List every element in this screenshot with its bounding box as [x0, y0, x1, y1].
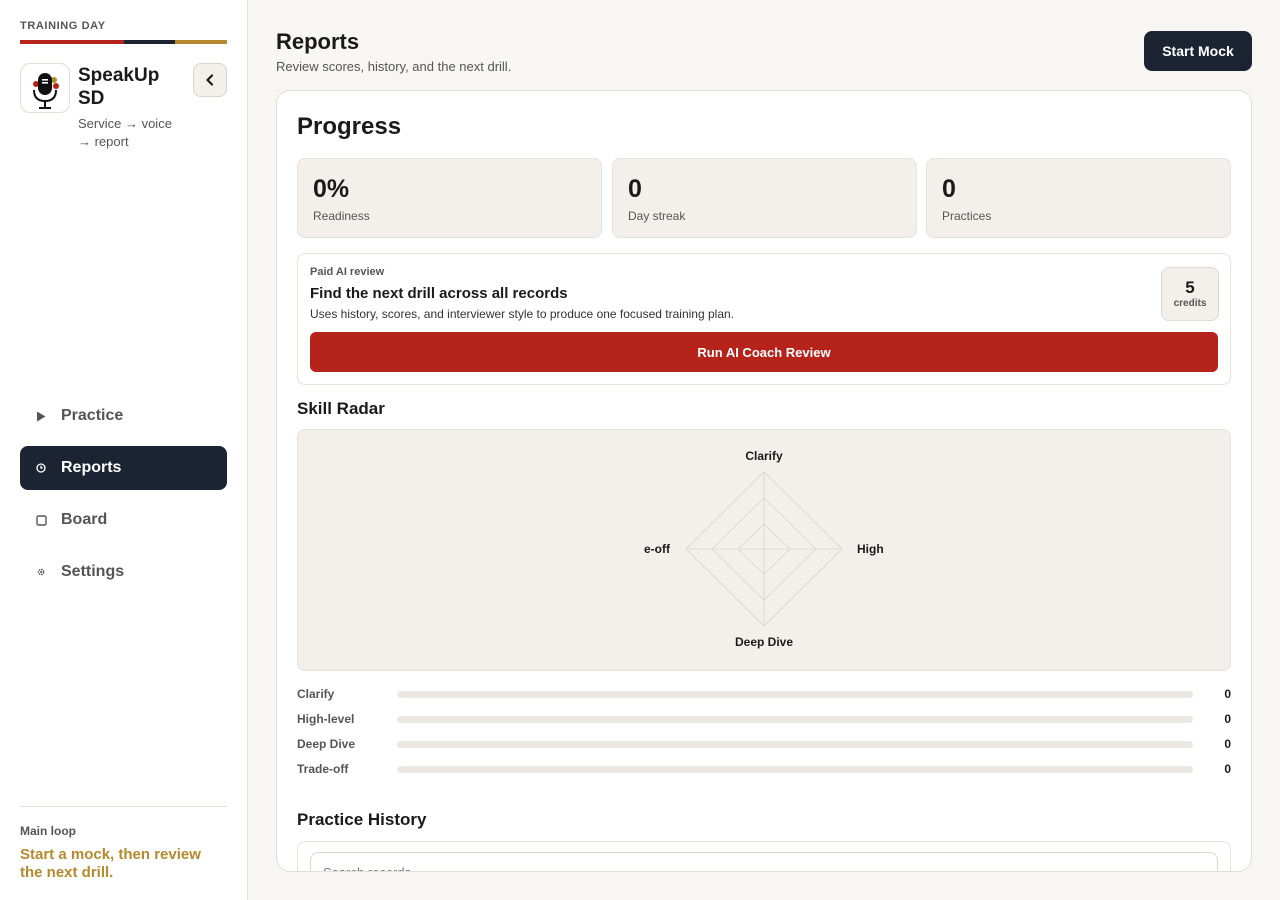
stat-label: Day streak — [628, 209, 686, 223]
radar-label-right: High — [857, 542, 884, 556]
skill-value: 0 — [1224, 687, 1231, 701]
stripe-red — [20, 40, 124, 44]
stat-readiness: 0% Readiness — [297, 158, 602, 238]
skill-label: Clarify — [297, 687, 335, 701]
skill-radar-chart: Clarify High Deep Dive e-off — [297, 429, 1231, 671]
credits-value: 5 — [1185, 278, 1195, 297]
footer-message: Start a mock, then review the next drill… — [20, 846, 201, 881]
play-icon — [35, 411, 47, 422]
skill-value: 0 — [1224, 712, 1231, 726]
radar-label-top: Clarify — [745, 449, 783, 463]
clock-icon — [35, 463, 47, 473]
page-subtitle: Review scores, history, and the next dri… — [276, 59, 512, 74]
skill-row-trade-off: Trade-off 0 — [297, 762, 1231, 778]
gear-icon — [35, 567, 47, 577]
stat-value: 0% — [313, 175, 350, 203]
skill-bar-track — [397, 691, 1193, 698]
color-stripe — [20, 40, 227, 44]
app-tagline: Service → voice → report — [78, 116, 172, 149]
stripe-navy — [124, 40, 175, 44]
ai-review-title: Find the next drill across all records — [310, 285, 568, 302]
stat-day-streak: 0 Day streak — [612, 158, 917, 238]
credits-label: credits — [1173, 298, 1207, 309]
credits-badge: 5 credits — [1161, 267, 1219, 321]
run-ai-coach-review-button[interactable]: Run AI Coach Review — [310, 332, 1218, 372]
stripe-gold — [175, 40, 227, 44]
progress-card: Progress 0% Readiness 0 Day streak 0 Pra… — [276, 90, 1252, 872]
ai-review-panel: Paid AI review Find the next drill acros… — [297, 253, 1231, 385]
search-records-input[interactable] — [310, 852, 1218, 871]
chevron-left-icon — [206, 74, 214, 86]
skill-radar-title: Skill Radar — [297, 399, 385, 418]
skill-label: High-level — [297, 712, 355, 726]
square-icon — [35, 514, 47, 526]
skill-label: Deep Dive — [297, 737, 356, 751]
start-mock-button[interactable]: Start Mock — [1144, 31, 1252, 71]
skill-bar-track — [397, 741, 1193, 748]
skill-bar-track — [397, 766, 1193, 773]
stat-label: Practices — [942, 209, 992, 223]
page-title: Reports — [276, 29, 360, 54]
nav-label-board: Board — [61, 511, 108, 528]
nav-item-practice[interactable]: Practice — [20, 394, 227, 438]
skill-value: 0 — [1224, 737, 1231, 751]
nav-item-board[interactable]: Board — [20, 498, 227, 542]
ai-review-kicker: Paid AI review — [310, 266, 385, 278]
nav-item-reports[interactable]: Reports — [20, 446, 227, 490]
footer-label: Main loop — [20, 824, 76, 838]
skill-label: Trade-off — [297, 762, 349, 776]
app-logo — [20, 63, 70, 113]
progress-title: Progress — [297, 113, 402, 140]
microphone-icon — [33, 73, 59, 109]
nav-item-settings[interactable]: Settings — [20, 550, 227, 594]
radar-svg: Clarify High Deep Dive e-off — [644, 449, 884, 649]
nav-label-practice: Practice — [61, 407, 124, 424]
sidebar-eyebrow: TRAINING DAY — [20, 20, 106, 32]
collapse-sidebar-button[interactable] — [193, 63, 227, 97]
skill-row-deep-dive: Deep Dive 0 — [297, 737, 1231, 753]
stat-value: 0 — [628, 175, 642, 203]
nav-label-reports: Reports — [61, 459, 122, 476]
skill-bar-track — [397, 716, 1193, 723]
radar-label-left: e-off — [644, 542, 671, 556]
skill-row-clarify: Clarify 0 — [297, 687, 1231, 703]
practice-history-title: Practice History — [297, 810, 427, 829]
skill-value: 0 — [1224, 762, 1231, 776]
radar-label-bottom: Deep Dive — [735, 635, 793, 649]
stat-practices: 0 Practices — [926, 158, 1231, 238]
ai-review-description: Uses history, scores, and interviewer st… — [310, 307, 734, 321]
stat-value: 0 — [942, 175, 956, 203]
app-name: SpeakUp SD — [78, 65, 160, 109]
sidebar-nav: Practice Reports Board Settings — [20, 394, 227, 602]
stat-label: Readiness — [313, 209, 370, 223]
sidebar: TRAINING DAY SpeakUp SD Service → voice … — [0, 0, 248, 900]
skill-row-high-level: High-level 0 — [297, 712, 1231, 728]
sidebar-footer: Main loop Start a mock, then review the … — [20, 806, 227, 882]
nav-label-settings: Settings — [61, 563, 125, 580]
